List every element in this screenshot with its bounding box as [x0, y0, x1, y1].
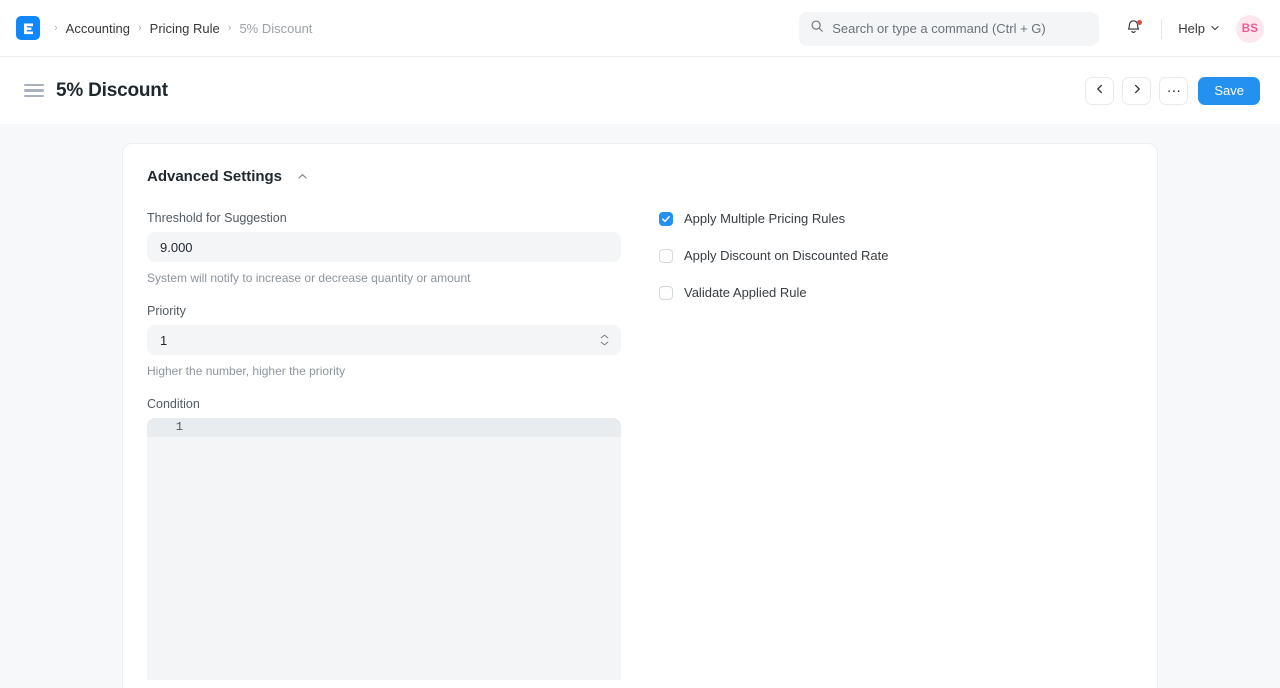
- search-icon: [810, 19, 824, 38]
- threshold-field-group: Threshold for Suggestion 9.000 System wi…: [147, 211, 621, 285]
- threshold-input[interactable]: 9.000: [147, 232, 621, 262]
- advanced-settings-section-toggle[interactable]: Advanced Settings: [147, 168, 309, 185]
- checkbox-label: Validate Applied Rule: [684, 285, 807, 300]
- page-title: 5% Discount: [56, 80, 168, 102]
- breadcrumb-separator: ›: [220, 23, 240, 34]
- code-editor-active-line: 1: [147, 418, 621, 437]
- priority-select[interactable]: 1: [147, 325, 621, 355]
- breadcrumb-item-current: 5% Discount: [239, 21, 312, 36]
- help-label: Help: [1178, 21, 1205, 36]
- breadcrumb-item-pricing-rule[interactable]: Pricing Rule: [150, 21, 220, 36]
- page-header-actions: … Save: [1085, 57, 1260, 124]
- priority-help-text: Higher the number, higher the priority: [147, 364, 621, 378]
- condition-code-editor[interactable]: 1: [147, 418, 621, 680]
- breadcrumb-separator: ›: [130, 23, 150, 34]
- priority-field-group: Priority 1 Higher the number, higher: [147, 304, 621, 378]
- chevron-up-down-icon: [600, 334, 609, 346]
- checkbox-row-apply-discount-on-discounted-rate[interactable]: Apply Discount on Discounted Rate: [659, 248, 1133, 263]
- notification-badge-dot: [1137, 20, 1142, 25]
- ellipsis-icon: …: [1166, 80, 1181, 95]
- checkbox-apply-discount-on-discounted-rate[interactable]: [659, 249, 673, 263]
- breadcrumb-separator: ›: [46, 23, 66, 34]
- next-document-button[interactable]: [1122, 77, 1151, 105]
- breadcrumb: › Accounting › Pricing Rule › 5% Discoun…: [46, 21, 312, 36]
- navbar-right-group: Search or type a command (Ctrl + G) Help…: [799, 0, 1264, 57]
- threshold-label: Threshold for Suggestion: [147, 211, 621, 225]
- search-input[interactable]: Search or type a command (Ctrl + G): [799, 12, 1099, 46]
- checkbox-apply-multiple-pricing-rules[interactable]: [659, 212, 673, 226]
- settings-columns: Threshold for Suggestion 9.000 System wi…: [147, 211, 1133, 680]
- navbar-divider: [1161, 19, 1162, 39]
- priority-value: 1: [160, 333, 167, 348]
- chevron-left-icon: [1094, 82, 1106, 100]
- more-actions-button[interactable]: …: [1159, 77, 1188, 105]
- checkbox-label: Apply Discount on Discounted Rate: [684, 248, 889, 263]
- app-logo-icon[interactable]: [16, 16, 40, 40]
- save-button[interactable]: Save: [1198, 77, 1260, 105]
- chevron-right-icon: [1131, 82, 1143, 100]
- threshold-value: 9.000: [160, 240, 193, 255]
- chevron-down-icon: [1210, 21, 1220, 36]
- condition-field-group: Condition 1: [147, 397, 621, 680]
- help-menu-button[interactable]: Help: [1176, 17, 1222, 40]
- breadcrumb-item-accounting[interactable]: Accounting: [66, 21, 130, 36]
- notifications-button[interactable]: [1119, 15, 1147, 43]
- checkbox-validate-applied-rule[interactable]: [659, 286, 673, 300]
- threshold-help-text: System will notify to increase or decrea…: [147, 271, 621, 285]
- avatar[interactable]: BS: [1236, 15, 1264, 43]
- previous-document-button[interactable]: [1085, 77, 1114, 105]
- checkbox-row-apply-multiple-pricing-rules[interactable]: Apply Multiple Pricing Rules: [659, 211, 1133, 226]
- left-column: Threshold for Suggestion 9.000 System wi…: [147, 211, 621, 680]
- checkbox-row-validate-applied-rule[interactable]: Validate Applied Rule: [659, 285, 1133, 300]
- section-title: Advanced Settings: [147, 168, 282, 185]
- page-header: 5% Discount … Save: [0, 57, 1280, 124]
- checkbox-label: Apply Multiple Pricing Rules: [684, 211, 845, 226]
- search-placeholder: Search or type a command (Ctrl + G): [832, 21, 1046, 36]
- top-navbar: › Accounting › Pricing Rule › 5% Discoun…: [0, 0, 1280, 57]
- right-column: Apply Multiple Pricing Rules Apply Disco…: [659, 211, 1133, 680]
- chevron-up-icon: [296, 170, 309, 183]
- priority-label: Priority: [147, 304, 621, 318]
- code-line-content[interactable]: [194, 418, 621, 437]
- condition-label: Condition: [147, 397, 621, 411]
- code-line-number: 1: [147, 418, 194, 437]
- hamburger-menu-icon[interactable]: [24, 81, 44, 101]
- page-body: Advanced Settings Threshold for Suggesti…: [0, 124, 1280, 688]
- advanced-settings-card: Advanced Settings Threshold for Suggesti…: [122, 143, 1158, 688]
